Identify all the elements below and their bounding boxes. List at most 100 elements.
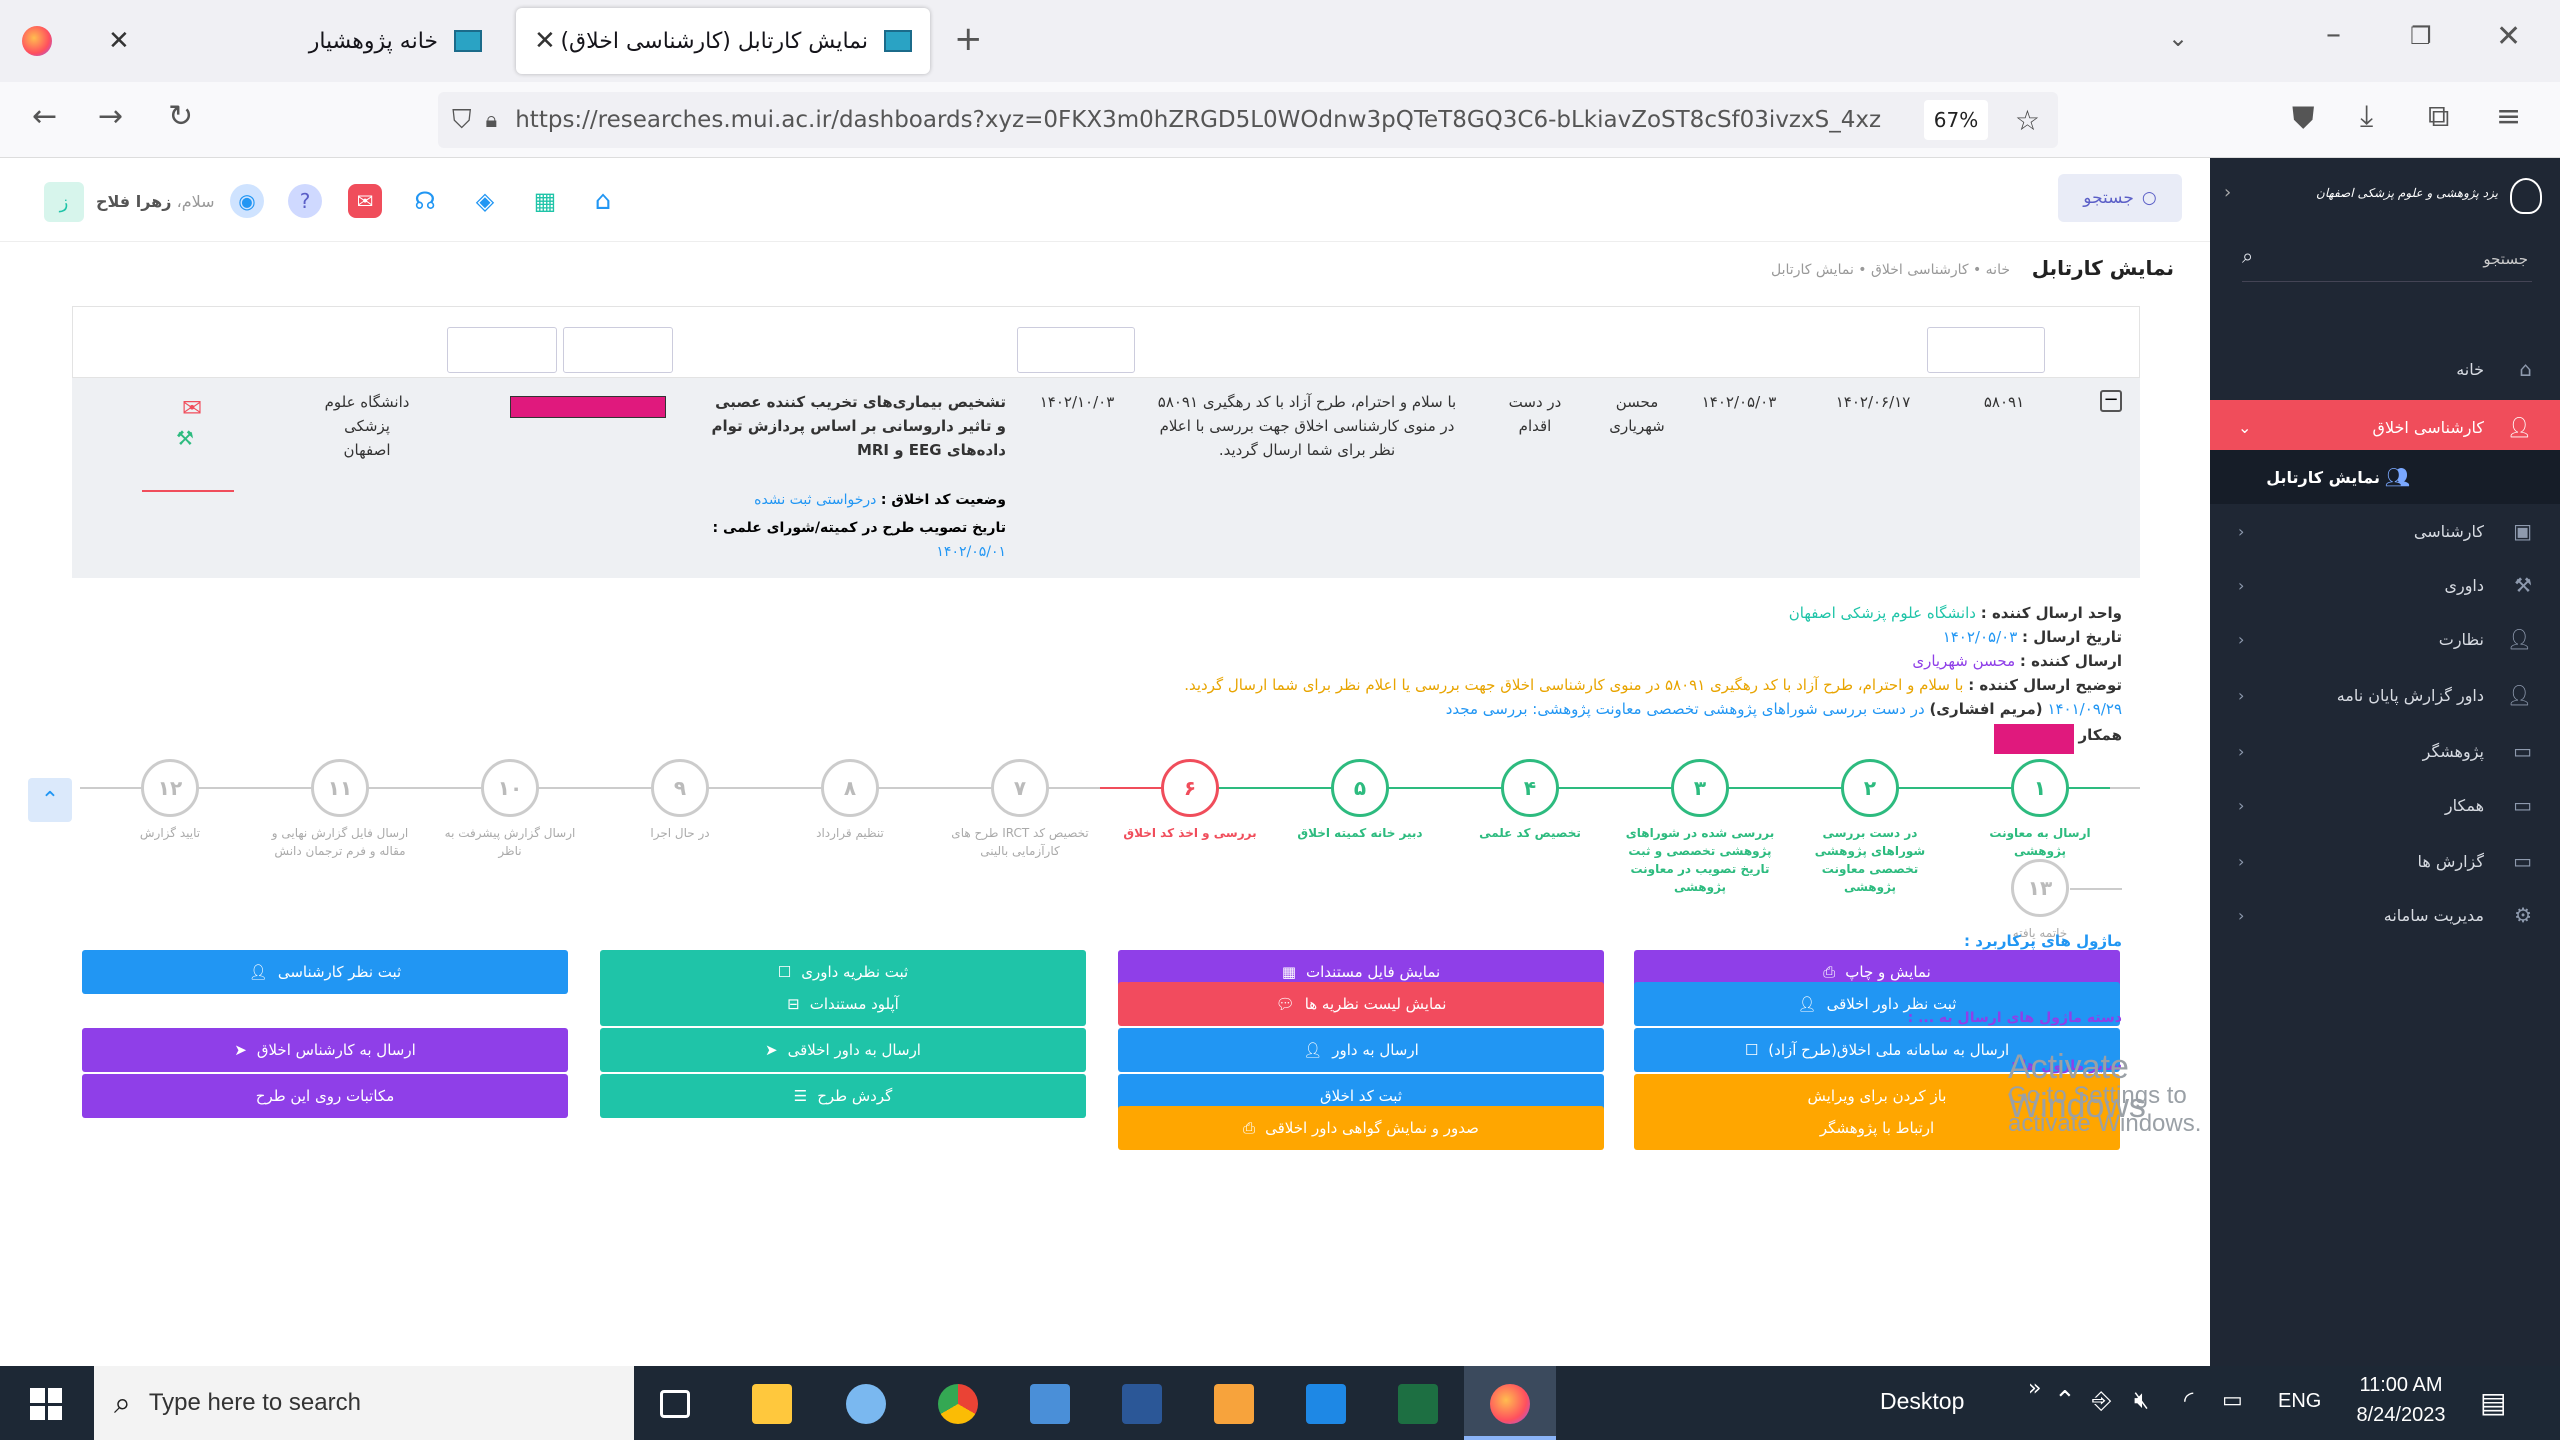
media-player-icon[interactable] bbox=[1214, 1384, 1254, 1424]
filter-input[interactable] bbox=[1017, 327, 1135, 373]
sidebar-item[interactable]: ▭ گزارش ها ‹ bbox=[2210, 834, 2560, 888]
firefox-menu-icon[interactable] bbox=[22, 26, 52, 56]
outlook-icon[interactable] bbox=[1306, 1384, 1346, 1424]
org-text: یزد پژوهشی و علوم پزشکی اصفهان bbox=[2316, 186, 2498, 200]
volume-icon[interactable]: 🔇︎ bbox=[2134, 1386, 2149, 1414]
firefox-taskbar-item[interactable] bbox=[1464, 1366, 1556, 1440]
zoom-level[interactable]: 67% bbox=[1924, 100, 1988, 140]
search-button[interactable]: ○ جستجو bbox=[2058, 174, 2182, 222]
sidebar-item[interactable]: ▭ پژوهشگر ‹ bbox=[2210, 724, 2560, 778]
sidebar-item[interactable]: ⚒ داوری ‹ bbox=[2210, 558, 2560, 612]
language-indicator[interactable]: ENG bbox=[2278, 1390, 2321, 1413]
close-window-icon[interactable]: ✕ bbox=[2496, 22, 2521, 52]
sidebar-item[interactable]: 👤︎ نظارت ‹ bbox=[2210, 612, 2560, 666]
wifi-icon[interactable]: ◜ bbox=[2184, 1386, 2193, 1414]
search-icon[interactable]: ⌕ bbox=[2242, 244, 2253, 268]
sidebar-search-input[interactable]: جستجو bbox=[2483, 250, 2528, 268]
send-ethics-reviewer-button[interactable]: ارسال به داور اخلاقی ➤ bbox=[600, 1028, 1086, 1072]
notification-center-icon[interactable]: ▤ bbox=[2480, 1386, 2506, 1419]
tray-chevron-icon[interactable]: » bbox=[2028, 1376, 2041, 1401]
notifications-icon[interactable]: ◉ bbox=[230, 184, 264, 218]
assign-user-icon[interactable]: ⚒ bbox=[176, 426, 194, 450]
avatar[interactable]: ز bbox=[44, 182, 84, 222]
filter-input[interactable] bbox=[563, 327, 673, 373]
cell-date3: ۱۴۰۲/۱۰/۰۳ bbox=[1039, 393, 1115, 411]
forward-icon[interactable]: → bbox=[98, 102, 123, 132]
sender-unit: واحد ارسال کننده : دانشگاه علوم پزشکی اص… bbox=[1788, 604, 2122, 622]
cell-sender: محسن شهریاری bbox=[1609, 393, 1665, 435]
new-tab-icon[interactable]: + bbox=[954, 22, 983, 56]
grid-icon[interactable]: ▦ bbox=[528, 184, 562, 218]
mail-icon[interactable]: ✉ bbox=[182, 394, 202, 422]
excel-icon[interactable] bbox=[1398, 1384, 1438, 1424]
tab-home[interactable]: خانه پژوهشیار ✕ bbox=[90, 8, 500, 74]
back-icon[interactable]: ← bbox=[32, 102, 57, 132]
pocket-icon[interactable]: ⛊ bbox=[2292, 104, 2315, 134]
taskbar-search-box[interactable]: ⌕ Type here to search bbox=[94, 1366, 634, 1440]
layers-icon[interactable]: ◈ bbox=[468, 184, 502, 218]
lock-icon[interactable]: 🔒︎ bbox=[486, 108, 498, 133]
certificate-button[interactable]: صدور و نمایش گواهی داور اخلاقی ⎙ bbox=[1118, 1106, 1604, 1150]
paint-icon[interactable] bbox=[846, 1384, 886, 1424]
sidebar-item[interactable]: 👤︎ داور گزارش پایان نامه ‹ bbox=[2210, 668, 2560, 722]
calculator-icon[interactable] bbox=[1030, 1384, 1070, 1424]
send-reviewer-button[interactable]: ارسال به داور 👤︎ bbox=[1118, 1028, 1604, 1072]
list-tabs-icon[interactable]: ⌄ bbox=[2168, 26, 2188, 50]
home-icon[interactable]: ⌂ bbox=[586, 184, 620, 218]
sidebar-item[interactable]: ⚙ مدیریت سامانه ‹ bbox=[2210, 888, 2560, 942]
tab-cartable-title: نمایش کارتابل (کارشناسی اخلاق) bbox=[560, 28, 868, 54]
minimize-window-icon[interactable]: – bbox=[2326, 20, 2341, 50]
battery-icon[interactable]: ▭ bbox=[2222, 1388, 2243, 1413]
main-content: − ۵۸۰۹۱ ۱۴۰۲/۰۶/۱۷ ۱۴۰۲/۰۵/۰۳ محسن شهریا… bbox=[0, 306, 2210, 1366]
workflow-button[interactable]: گردش طرح ☰ bbox=[600, 1074, 1086, 1118]
extensions-icon[interactable]: ⧉ bbox=[2428, 102, 2449, 132]
hamburger-menu-icon[interactable]: ≡ bbox=[2496, 102, 2521, 132]
collapse-sidebar-icon[interactable]: ‹ bbox=[2224, 182, 2231, 203]
windows-start-icon[interactable] bbox=[30, 1388, 62, 1420]
url-text[interactable]: https://researches.mui.ac.ir/dashboards?… bbox=[515, 107, 1915, 133]
sidebar-item[interactable]: ▭ همکار ‹ bbox=[2210, 778, 2560, 832]
restore-window-icon[interactable]: ❐ bbox=[2410, 24, 2432, 48]
expert-opinion-button[interactable]: ثبت نظر کارشناسی 👤︎ bbox=[82, 950, 568, 994]
close-tab-icon[interactable]: ✕ bbox=[534, 26, 556, 56]
upload-docs-button[interactable]: آپلود مستندات ⊟ bbox=[600, 982, 1086, 1026]
opinion-list-button[interactable]: نمایش لیست نظریه ها 💬︎ bbox=[1118, 982, 1604, 1026]
show-hidden-icons-icon[interactable]: ⌃ bbox=[2054, 1386, 2076, 1416]
url-bar[interactable]: ⛉ 🔒︎ https://researches.mui.ac.ir/dashbo… bbox=[438, 92, 2058, 148]
approval-date: تاریخ تصویب طرح در کمیته/شورای علمی : ۱۴… bbox=[712, 520, 1006, 560]
file-explorer-icon[interactable] bbox=[752, 1384, 792, 1424]
filter-input[interactable] bbox=[1927, 327, 2045, 373]
sidebar-item[interactable]: 👥︎ نمایش کارتابل bbox=[2210, 450, 2560, 504]
collapse-row-icon[interactable]: − bbox=[2100, 390, 2122, 412]
desktop-toolbar[interactable]: Desktop bbox=[1880, 1388, 1964, 1415]
downloads-icon[interactable]: ⤓ bbox=[2360, 102, 2373, 132]
breadcrumb-trail[interactable]: خانه • کارشناسی اخلاق • نمایش کارتابل bbox=[1771, 262, 2010, 278]
letters-button[interactable]: مکاتبات روی این طرح bbox=[82, 1074, 568, 1118]
headset-icon[interactable]: ☊ bbox=[408, 184, 442, 218]
network-icon[interactable]: ⎆ bbox=[2092, 1386, 2111, 1414]
help-icon[interactable]: ? bbox=[288, 184, 322, 218]
sidebar-item[interactable]: 👤︎ کارشناسی اخلاق ⌄ bbox=[2210, 400, 2560, 454]
reload-icon[interactable]: ↻ bbox=[168, 102, 193, 132]
bookmark-star-icon[interactable]: ☆ bbox=[2015, 104, 2040, 137]
sidebar-item[interactable]: ⌂ خانه bbox=[2210, 342, 2560, 396]
chrome-icon[interactable] bbox=[938, 1384, 978, 1424]
scroll-top-button[interactable]: ⌃ bbox=[28, 778, 72, 822]
step-circle: ۹ bbox=[651, 759, 709, 817]
close-tab-icon[interactable]: ✕ bbox=[108, 26, 130, 56]
send-ethics-expert-button[interactable]: ارسال به کارشناس اخلاق ➤ bbox=[82, 1028, 568, 1072]
task-view-icon[interactable] bbox=[660, 1390, 690, 1418]
shield-icon[interactable]: ⛉ bbox=[452, 105, 472, 136]
send-icon: ➤ bbox=[765, 1041, 778, 1059]
filter-input[interactable] bbox=[447, 327, 557, 373]
ethics-status: وضعیت کد اخلاق : درخواستی ثبت نشده bbox=[754, 492, 1006, 508]
word-icon[interactable] bbox=[1122, 1384, 1162, 1424]
mail-icon[interactable]: ✉ bbox=[348, 184, 382, 218]
clock-date[interactable]: 8/24/2023 bbox=[2346, 1404, 2456, 1427]
sidebar-item[interactable]: ▣ کارشناسی ‹ bbox=[2210, 504, 2560, 558]
cell-date-received: ۱۴۰۲/۰۶/۱۷ bbox=[1835, 393, 1911, 411]
tab-cartable[interactable]: نمایش کارتابل (کارشناسی اخلاق) ✕ bbox=[516, 8, 930, 74]
clock-time[interactable]: 11:00 AM bbox=[2346, 1374, 2456, 1397]
sidebar-search[interactable]: جستجو ⌕ bbox=[2242, 238, 2532, 282]
user-greeting[interactable]: سلام، زهرا فلاح bbox=[96, 192, 215, 211]
